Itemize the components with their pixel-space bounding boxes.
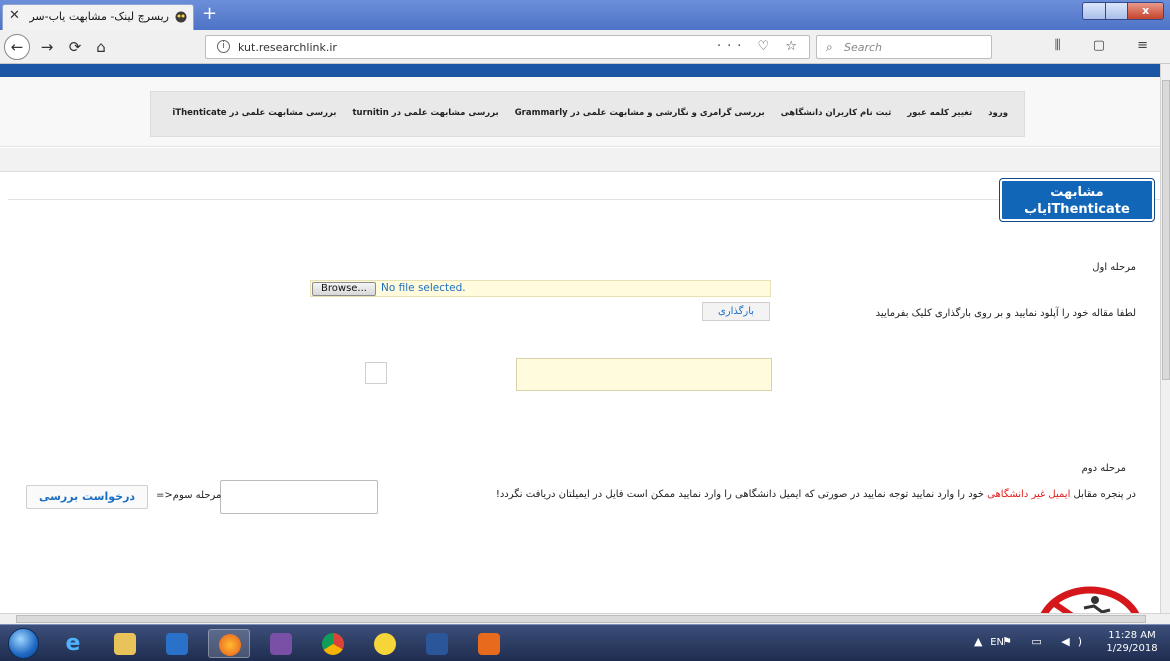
tab-title: ریسرچ لینک- مشابهت یاب-سرقت علمی (29, 10, 169, 23)
file-input[interactable]: Browse... No file selected. (310, 280, 771, 297)
instruction-start: در پنجره مقابل (1070, 489, 1136, 500)
new-tab-button[interactable]: + (202, 5, 217, 23)
no-plagiarism-logo-icon (1040, 586, 1140, 613)
menu-list: بررسی مشابهت علمی در iThenticate بررسی م… (172, 108, 1008, 118)
taskbar-app[interactable] (364, 629, 406, 658)
checkbox[interactable] (365, 362, 387, 384)
url-text[interactable]: kut.researchlink.ir (238, 41, 337, 54)
clock[interactable]: 11:28 AM 1/29/2018 (1102, 629, 1162, 655)
main-menu: بررسی مشابهت علمی در iThenticate بررسی م… (150, 91, 1025, 137)
clock-date: 1/29/2018 (1106, 643, 1158, 654)
step-one-instruction: لطفا مقاله خود را آپلود نمایید و بر روی … (875, 308, 1136, 319)
file-status-text: No file selected. (381, 282, 466, 294)
word-icon (426, 633, 448, 655)
browse-button[interactable]: Browse... (312, 282, 376, 296)
submit-review-button[interactable]: درخواست بررسی (26, 485, 148, 509)
search-input[interactable]: Search (844, 41, 882, 54)
tab-close-icon[interactable]: ✕ (9, 8, 20, 23)
instruction-end: خود را وارد نمایید توجه نمایید در صورتی … (495, 489, 988, 500)
upload-button[interactable]: بارگذاری (702, 302, 770, 321)
badge-line-2: یابiThenticate (1024, 202, 1130, 217)
menu-item-turnitin[interactable]: بررسی مشابهت علمی در turnitin (352, 108, 498, 118)
taskbar-orange-app[interactable] (468, 629, 510, 658)
step-two-instruction: در پنجره مقابل ایمیل غیر دانشگاهی خود را… (496, 489, 1136, 500)
taskbar-media[interactable] (156, 629, 198, 658)
horizontal-scroll-thumb[interactable] (16, 615, 1146, 623)
menu-item-change-password[interactable]: تغییر کلمه عبور (907, 108, 972, 118)
browser-tab[interactable]: ریسرچ لینک- مشابهت یاب-سرقت علمی ✕ (2, 4, 194, 30)
navigation-toolbar: ← → ⟳ ⌂ i kut.researchlink.ir ··· ♡ ☆ ⌕ … (0, 30, 1170, 64)
email-field[interactable] (220, 480, 378, 514)
menu-item-register[interactable]: ثبت نام کاربران دانشگاهی (781, 108, 892, 118)
vertical-scrollbar[interactable] (1160, 64, 1170, 613)
close-window-button[interactable]: x (1128, 3, 1163, 19)
header-band: بررسی مشابهت علمی در iThenticate بررسی م… (0, 77, 1160, 147)
menu-item-grammarly[interactable]: بررسی گرامری و نگارشی و مشابهت علمی در G… (515, 108, 765, 118)
back-button[interactable]: ← (4, 34, 30, 60)
search-bar[interactable]: ⌕ Search (816, 35, 992, 59)
window-controls: x (1082, 2, 1164, 20)
browser-title-bar: ریسرچ لینک- مشابهت یاب-سرقت علمی ✕ + x (0, 0, 1170, 30)
taskbar-ie[interactable]: e (52, 629, 94, 658)
upload-result-field (516, 358, 772, 391)
section-badge: مشابهت یابiThenticate (999, 178, 1155, 222)
horizontal-scrollbar[interactable] (0, 613, 1170, 624)
minimize-button[interactable] (1083, 3, 1106, 19)
page-viewport: بررسی مشابهت علمی در iThenticate بررسی م… (0, 64, 1160, 613)
clock-time: 11:28 AM (1108, 630, 1156, 641)
menu-item-login[interactable]: ورود (988, 108, 1008, 118)
firefox-icon (219, 634, 241, 656)
taskbar-firefox[interactable] (208, 629, 250, 658)
vertical-scroll-thumb[interactable] (1162, 80, 1170, 380)
visual-studio-icon (270, 633, 292, 655)
taskbar-explorer[interactable] (104, 629, 146, 658)
start-button[interactable] (8, 628, 39, 659)
taskbar-visual-studio[interactable] (260, 629, 302, 658)
menu-item-ithenticate[interactable]: بررسی مشابهت علمی در iThenticate (172, 108, 336, 118)
step-three-label: مرحله سوم<= (156, 490, 222, 501)
sub-header-band (0, 148, 1160, 172)
taskbar-chrome[interactable] (312, 629, 354, 658)
chrome-icon (322, 633, 344, 655)
taskbar-word[interactable] (416, 629, 458, 658)
home-button[interactable]: ⌂ (92, 38, 110, 56)
owl-favicon-icon (175, 11, 187, 23)
search-icon: ⌕ (826, 40, 833, 54)
forward-button[interactable]: → (38, 38, 56, 56)
upload-panel: مشابهت یابiThenticate مرحله اول لطفا مقا… (8, 178, 1160, 613)
non-university-email-highlight: ایمیل غیر دانشگاهی (987, 489, 1071, 500)
step-one-title: مرحله اول (1092, 262, 1136, 273)
library-sidebar-menu-icons[interactable]: ⫼ ▢ ≡ (1055, 38, 1162, 53)
maximize-button[interactable] (1105, 3, 1129, 19)
windows-taskbar: e EN ▲ ⚑ ▭ ◀) 11:28 AM 1/29/2018 (0, 624, 1170, 661)
reload-button[interactable]: ⟳ (66, 38, 84, 56)
folder-icon (114, 633, 136, 655)
address-bar[interactable]: i kut.researchlink.ir ··· ♡ ☆ (205, 35, 810, 59)
internet-explorer-icon: e (65, 631, 81, 656)
app-icon (374, 633, 396, 655)
orange-app-icon (478, 633, 500, 655)
page-actions-icon[interactable]: ··· ♡ ☆ (717, 39, 803, 54)
badge-line-1: مشابهت (1050, 185, 1104, 200)
site-info-icon[interactable]: i (217, 40, 230, 53)
site-top-strip (0, 64, 1160, 77)
step-two-title: مرحله دوم (1081, 463, 1126, 474)
media-player-icon (166, 633, 188, 655)
tray-icons[interactable]: ▲ ⚑ ▭ ◀) (974, 635, 1090, 648)
